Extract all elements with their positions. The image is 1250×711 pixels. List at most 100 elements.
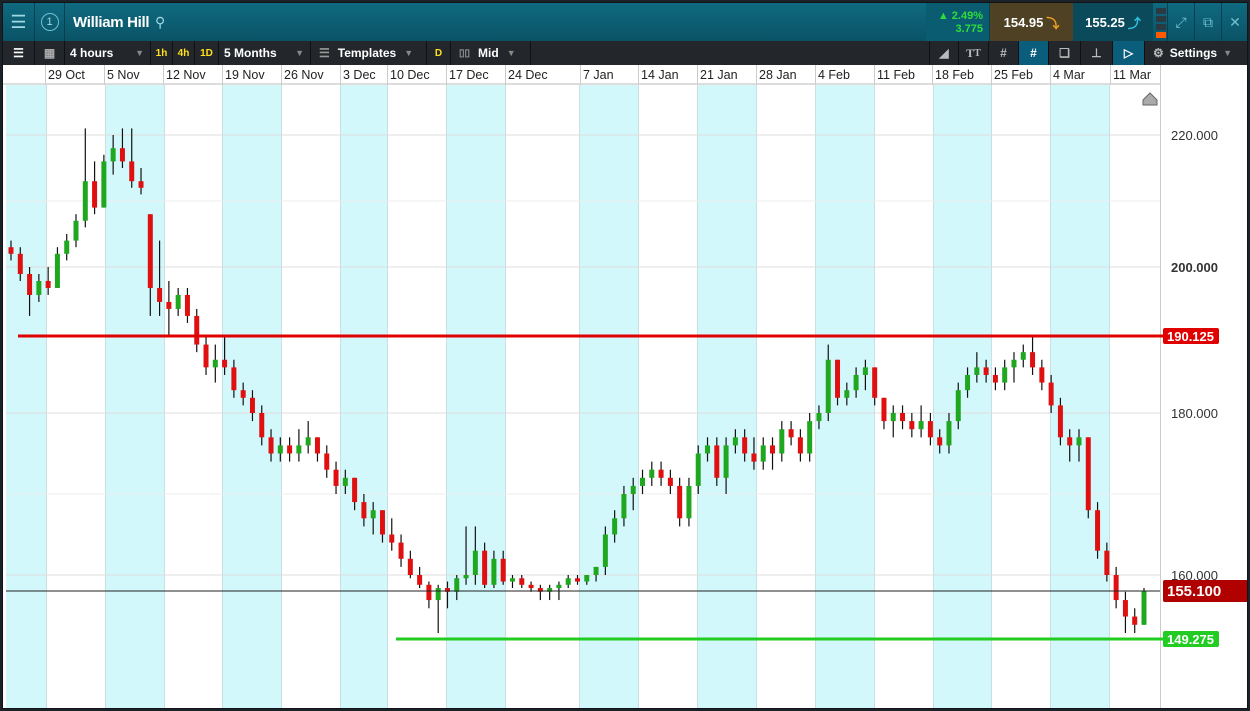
chart-window: ☰ 1 William Hill ⚲ ▲ 2.49% 3.775 154.95 ⤵ …	[2, 2, 1248, 709]
candle-down	[231, 367, 237, 391]
templates-label: Templates	[337, 46, 397, 60]
candle-up	[435, 588, 441, 601]
candle-up	[890, 413, 896, 422]
candle-down	[389, 534, 395, 543]
candle-up	[732, 437, 738, 446]
candle-down	[361, 502, 367, 519]
grid-icon[interactable]: #	[989, 41, 1019, 65]
close-icon[interactable]: ✕	[1221, 3, 1247, 41]
interval-select[interactable]: 4 hours ▼	[65, 41, 151, 65]
resistance-price-label: 190.125	[1167, 329, 1214, 344]
layout-icon[interactable]: ▦	[35, 41, 65, 65]
link-group-button[interactable]: 1	[35, 3, 65, 41]
candle-up	[54, 253, 60, 288]
candle-down	[268, 437, 274, 454]
candle-down	[900, 413, 906, 422]
buy-button[interactable]: 155.25 ⤴	[1073, 3, 1153, 41]
date-label: 19 Nov	[225, 68, 265, 82]
week-band	[1050, 85, 1109, 708]
chevron-down-icon: ▼	[135, 48, 144, 58]
candle-down	[1104, 550, 1110, 575]
d-badge[interactable]: D	[427, 41, 451, 65]
drawing-tool-icon[interactable]: ◢	[929, 41, 959, 65]
quick-1d-button[interactable]: 1D	[195, 41, 219, 65]
candle-down	[881, 397, 887, 422]
candle-up	[723, 445, 729, 478]
candle-icon: ▯▯	[459, 47, 471, 59]
date-separator	[222, 65, 223, 85]
candle-up	[862, 367, 868, 375]
label-icon[interactable]: ▷	[1113, 41, 1145, 65]
candle-up	[342, 477, 348, 486]
settings-button[interactable]: ⚙ Settings ▼	[1145, 41, 1247, 65]
templates-select[interactable]: ☰ Templates ▼	[311, 41, 427, 65]
candle-down	[575, 578, 580, 582]
candle-up	[454, 578, 460, 592]
popout-icon[interactable]: ⧉	[1194, 3, 1221, 41]
candle-down	[677, 485, 683, 519]
candle-up	[1141, 591, 1147, 625]
layers-icon[interactable]: ❏	[1049, 41, 1081, 65]
candle-up	[296, 445, 302, 454]
date-label: 25 Feb	[994, 68, 1033, 82]
change-value: 3.775	[955, 23, 983, 35]
price-change: ▲ 2.49% 3.775	[926, 3, 990, 41]
candle-up	[1076, 437, 1082, 446]
date-separator	[1050, 65, 1051, 85]
arrow-up-icon: ⤴	[1127, 15, 1141, 31]
candle-down	[667, 477, 673, 486]
week-band	[105, 85, 164, 708]
crosshair-grid-icon[interactable]: #	[1019, 41, 1049, 65]
week-band	[222, 85, 281, 708]
sell-button[interactable]: 154.95 ⤵	[990, 3, 1073, 41]
candle-up	[974, 367, 980, 375]
date-label: 28 Jan	[759, 68, 797, 82]
link-number: 1	[40, 13, 59, 31]
candle-down	[992, 374, 998, 383]
text-tool-icon[interactable]: TT	[959, 41, 989, 65]
search-icon[interactable]: ⚲	[155, 14, 165, 31]
candle-up	[472, 550, 478, 575]
list-icon[interactable]: ☰	[3, 41, 35, 65]
date-label: 4 Feb	[818, 68, 850, 82]
candle-up	[630, 485, 636, 494]
chevron-down-icon: ▼	[404, 48, 414, 58]
price-chart[interactable]: 220.000200.000180.000160.000190.125149.2…	[3, 85, 1248, 709]
candle-down	[500, 558, 506, 582]
candle-down	[1113, 575, 1119, 601]
date-label: 17 Dec	[449, 68, 489, 82]
quick-4h-button[interactable]: 4h	[173, 41, 195, 65]
menu-button[interactable]: ☰	[3, 3, 35, 41]
candle-up	[686, 485, 692, 519]
candle-down	[222, 359, 228, 368]
candle-up	[565, 578, 571, 585]
date-separator	[163, 65, 164, 85]
candle-down	[157, 287, 163, 302]
expand-icon[interactable]: ⤢	[1167, 3, 1194, 41]
indicator-icon[interactable]: ⊥	[1081, 41, 1113, 65]
current-price-label: 155.100	[1167, 583, 1221, 600]
candle-down	[194, 315, 200, 345]
candle-down	[333, 469, 339, 486]
price-tick-label: 220.000	[1171, 128, 1218, 143]
candle-down	[27, 273, 33, 295]
quick-1h-button[interactable]: 1h	[151, 41, 173, 65]
date-label: 11 Mar	[1113, 68, 1151, 82]
range-select[interactable]: 5 Months ▼	[219, 41, 311, 65]
signal-meter	[1156, 8, 1166, 38]
date-separator	[505, 65, 506, 85]
title-bar: ☰ 1 William Hill ⚲ ▲ 2.49% 3.775 154.95 ⤵ …	[3, 3, 1247, 41]
candle-up	[705, 445, 711, 454]
candle-down	[184, 294, 190, 316]
week-band	[579, 85, 638, 708]
candle-down	[426, 584, 432, 601]
date-separator	[446, 65, 447, 85]
price-type-select[interactable]: ▯▯ Mid ▼	[451, 41, 531, 65]
candle-up	[584, 575, 590, 582]
scroll-top-icon[interactable]	[1142, 92, 1158, 106]
candle-down	[658, 469, 664, 478]
week-band	[446, 85, 505, 708]
candle-up	[36, 280, 42, 295]
date-separator	[815, 65, 816, 85]
instrument-title[interactable]: William Hill	[73, 14, 150, 31]
